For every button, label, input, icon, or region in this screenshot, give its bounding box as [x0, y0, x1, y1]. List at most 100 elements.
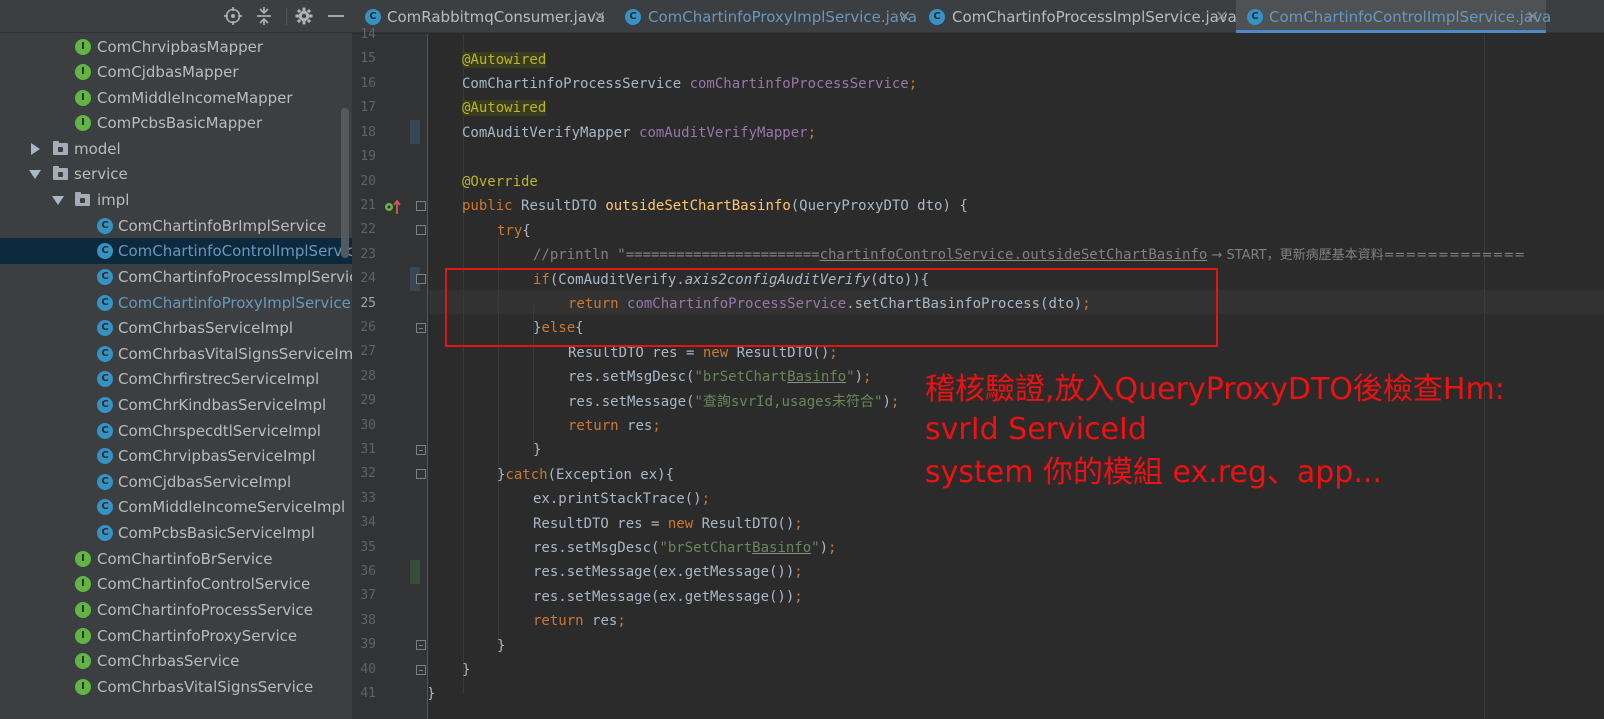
tree-item-comchrbasvitalsignsservice[interactable]: I ComChrbasVitalSignsService	[0, 674, 352, 700]
class-icon: C	[929, 9, 945, 25]
class-icon: C	[97, 423, 113, 439]
tree-folder-model[interactable]: model	[0, 136, 352, 162]
tree-item-label: ComChrspecdtlServiceImpl	[118, 422, 321, 440]
fold-marker-icon[interactable]	[416, 201, 426, 211]
class-icon: C	[625, 9, 641, 25]
tree-item-comchartinfobrservice[interactable]: I ComChartinfoBrService	[0, 546, 352, 572]
tree-item-comchrvipbasserviceimpl[interactable]: C ComChrvipbasServiceImpl	[0, 443, 352, 469]
tree-item-comchrbasserviceimpl[interactable]: C ComChrbasServiceImpl	[0, 315, 352, 341]
code-line-33: ex.printStackTrace();	[533, 491, 711, 507]
class-icon: C	[97, 499, 113, 515]
tree-item-comchrbasservice[interactable]: I ComChrbasService	[0, 648, 352, 674]
project-tool-window: I ComChrvipbasMapper I ComCjdbasMapper I…	[0, 0, 352, 719]
tab-comchartinfocontrolimplservice[interactable]: C ComChartinfoControlImplService.java ×	[1236, 0, 1551, 33]
collapse-arrow-icon[interactable]	[52, 196, 64, 205]
line-number: 20	[360, 174, 376, 189]
vcs-modified-marker[interactable]	[410, 120, 420, 144]
tree-item-label: ComChartinfoProcessService	[97, 601, 313, 619]
tree-item-comchartinfobrimplservice[interactable]: C ComChartinfoBrImplService	[0, 213, 352, 239]
line-number: 19	[360, 149, 376, 164]
code-line-18: ComAuditVerifyMapper comAuditVerifyMappe…	[462, 125, 817, 141]
tree-item-comchrkindbasserviceimpl[interactable]: C ComChrKindbasServiceImpl	[0, 392, 352, 418]
fold-marker-icon[interactable]	[416, 640, 426, 650]
tree-item-label: ComMiddleIncomeMapper	[97, 89, 293, 107]
tree-item-comchartinfoproxyimplservice[interactable]: C ComChartinfoProxyImplService	[0, 290, 352, 316]
tree-item-comchrfirstrecserviceimpl[interactable]: C ComChrfirstrecServiceImpl	[0, 366, 352, 392]
tree-item-label: ComChartinfoProxyImplService	[118, 294, 351, 312]
tab-comchartinfoprocessimplservice[interactable]: C ComChartinfoProcessImplService.java ×	[918, 0, 1237, 33]
tree-item-compcbsbasicmapper[interactable]: I ComPcbsBasicMapper	[0, 110, 352, 136]
code-line-15: @Autowired	[462, 48, 547, 72]
tree-item-comchrbasvitalsignsserviceimpl[interactable]: C ComChrbasVitalSignsServiceImpl	[0, 341, 352, 367]
code-line-36: res.setMessage(ex.getMessage());	[533, 564, 803, 580]
editor-gutter[interactable]: 14 15 16 17 18 19 20 21 22 23 24 25 26 2…	[352, 27, 450, 719]
tab-comchartinfoproxyimplservice[interactable]: C ComChartinfoProxyImplService.java ×	[614, 0, 918, 33]
collapse-all-icon[interactable]	[255, 7, 273, 25]
tree-item-comchartinfocontrolservice[interactable]: I ComChartinfoControlService	[0, 571, 352, 597]
interface-icon: I	[75, 64, 91, 80]
tree-item-label: ComPcbsBasicServiceImpl	[118, 524, 315, 542]
tree-scrollbar[interactable]	[341, 108, 349, 258]
line-number: 28	[360, 369, 376, 384]
tree-item-comchrspecdtlserviceimpl[interactable]: C ComChrspecdtlServiceImpl	[0, 418, 352, 444]
tree-item-comchrvipbasmapper[interactable]: I ComChrvipbasMapper	[0, 34, 352, 60]
tree-item-label: ComCjdbasServiceImpl	[118, 473, 292, 491]
tree-item-label: ComChartinfoBrService	[97, 550, 273, 568]
interface-icon: I	[75, 679, 91, 695]
code-line-17: @Autowired	[462, 96, 547, 120]
line-number: 36	[360, 564, 376, 579]
vcs-added-marker[interactable]	[410, 560, 420, 584]
tree-item-label: model	[74, 140, 121, 158]
minimize-icon[interactable]	[327, 7, 345, 25]
override-method-icon[interactable]	[384, 199, 402, 215]
line-number: 27	[360, 344, 376, 359]
code-line-30: return res;	[568, 418, 661, 434]
tab-comrabbitmqconsumer[interactable]: C ComRabbitmqConsumer.java ×	[352, 0, 614, 33]
tree-item-label: service	[74, 165, 128, 183]
line-number: 33	[360, 491, 376, 506]
close-icon[interactable]: ×	[1215, 6, 1228, 26]
tree-item-comchartinfocontrolimplservice[interactable]: C ComChartinfoControlImplService	[0, 238, 352, 264]
line-number: 17	[360, 100, 376, 115]
code-line-22: try{	[497, 223, 531, 239]
fold-marker-icon[interactable]	[416, 323, 426, 333]
code-line-32: }catch(Exception ex){	[497, 467, 675, 483]
tab-label: ComChartinfoProcessImplService.java	[952, 8, 1237, 26]
code-line-16: ComChartinfoProcessService comChartinfoP…	[462, 76, 918, 92]
line-number: 14	[360, 27, 376, 42]
tab-label: ComRabbitmqConsumer.java	[387, 8, 606, 26]
fold-marker-icon[interactable]	[416, 225, 426, 235]
annotation-token: @Override	[462, 174, 538, 190]
code-line-37: res.setMessage(ex.getMessage());	[533, 589, 803, 605]
locate-file-icon[interactable]	[224, 7, 242, 25]
gear-icon[interactable]	[295, 7, 313, 25]
class-icon: C	[97, 346, 113, 362]
tree-item-compcbsbasicserviceimpl[interactable]: C ComPcbsBasicServiceImpl	[0, 520, 352, 546]
line-number-current: 25	[360, 296, 376, 311]
project-toolbar	[0, 0, 352, 33]
tree-folder-service[interactable]: service	[0, 161, 352, 187]
tree-folder-impl[interactable]: impl	[0, 187, 352, 213]
tree-item-label: ComChrKindbasServiceImpl	[118, 396, 327, 414]
fold-marker-icon[interactable]	[416, 445, 426, 455]
expand-arrow-icon[interactable]	[31, 143, 40, 155]
close-icon[interactable]: ×	[593, 6, 606, 26]
tree-item-commiddleincomemapper[interactable]: I ComMiddleIncomeMapper	[0, 85, 352, 111]
fold-marker-icon[interactable]	[416, 274, 426, 284]
fold-marker-icon[interactable]	[416, 469, 426, 479]
close-icon[interactable]: ×	[898, 6, 911, 26]
class-icon: C	[97, 474, 113, 490]
tree-item-comchartinfoprocessservice[interactable]: I ComChartinfoProcessService	[0, 597, 352, 623]
fold-marker-icon[interactable]	[416, 665, 426, 675]
tree-item-comcjdbasmapper[interactable]: I ComCjdbasMapper	[0, 59, 352, 85]
tree-item-comchartinfoprocessimplservice[interactable]: C ComChartinfoProcessImplService	[0, 264, 352, 290]
tree-item-commiddleincomeserviceimpl[interactable]: C ComMiddleIncomeServiceImpl	[0, 494, 352, 520]
class-icon: C	[97, 397, 113, 413]
tree-item-comcjdbasserviceimpl[interactable]: C ComCjdbasServiceImpl	[0, 469, 352, 495]
close-icon[interactable]: ×	[1526, 6, 1539, 26]
tree-item-comchartinfoproxyservice[interactable]: I ComChartinfoProxyService	[0, 623, 352, 649]
class-icon: C	[97, 295, 113, 311]
collapse-arrow-icon[interactable]	[29, 170, 41, 179]
code-line-28: res.setMsgDesc("brSetChartBasinfo");	[568, 369, 872, 385]
class-icon: C	[97, 448, 113, 464]
